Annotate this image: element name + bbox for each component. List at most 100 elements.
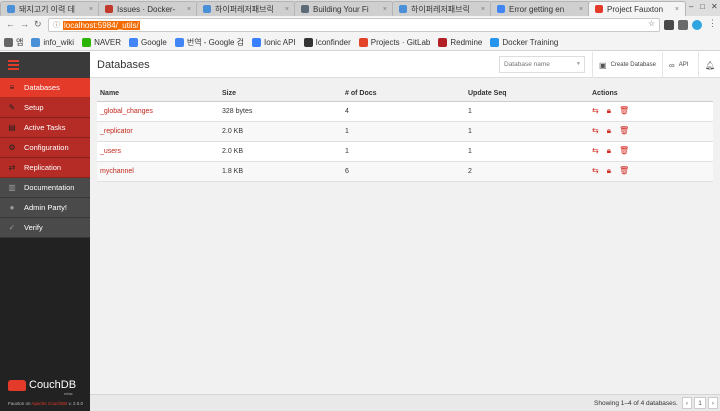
trash-icon[interactable]: 🗑︎ (619, 126, 629, 135)
bookmark-item[interactable]: Redmine (438, 37, 482, 47)
tab-favicon-icon (399, 5, 407, 13)
sidebar-item-setup[interactable]: ✎ Setup (0, 98, 90, 118)
back-icon[interactable]: ← (6, 19, 15, 29)
column-header-actions: Actions (589, 87, 713, 102)
column-header-size[interactable]: Size (219, 87, 342, 102)
table-cell: 328 bytes (219, 101, 342, 122)
table-cell: 6 (342, 161, 465, 182)
check-icon: ✓ (8, 223, 16, 232)
table-cell: 1 (465, 101, 589, 122)
hamburger-menu-icon[interactable] (8, 58, 19, 72)
column-header-update-seq[interactable]: Update Seq (465, 87, 589, 102)
actions-cell: ⇆ 🔒︎ 🗑︎ (589, 161, 713, 182)
database-name-input[interactable] (499, 56, 585, 73)
reload-icon[interactable]: ↻ (34, 19, 42, 30)
bookmark-favicon-icon (252, 37, 262, 47)
browser-tab[interactable]: 하이퍼레저패브릭 × (392, 1, 492, 16)
lock-icon[interactable]: 🔒︎ (607, 166, 611, 176)
replicate-icon[interactable]: ⇆ (592, 146, 599, 155)
database-name-link[interactable]: _users (100, 148, 121, 155)
lock-icon[interactable]: 🔒︎ (607, 126, 611, 136)
create-database-button[interactable]: ▣ Create Database (592, 52, 662, 78)
browser-tab[interactable]: Error getting en × (490, 1, 590, 16)
minimize-icon[interactable]: – (689, 2, 693, 11)
browser-tab[interactable]: Building Your Fi × (294, 1, 394, 16)
bookmark-item[interactable]: Docker Training (490, 37, 558, 47)
sidebar-item-configuration[interactable]: ⚙ Configuration (0, 138, 90, 158)
bookmark-item[interactable]: info_wiki (31, 37, 74, 47)
trash-icon[interactable]: 🗑︎ (619, 106, 629, 115)
sidebar-item-admin-party[interactable]: ● Admin Party! (0, 198, 90, 218)
browser-tab[interactable]: 하이퍼레저패브릭 × (196, 1, 296, 16)
column-header-name[interactable]: Name (97, 87, 219, 102)
extension-icon[interactable] (678, 20, 688, 30)
tab-label: Issues · Docker- (117, 4, 176, 14)
bookmark-favicon-icon (303, 37, 313, 47)
next-page-button[interactable]: › (708, 397, 718, 409)
column-header-docs[interactable]: # of Docs (342, 87, 465, 102)
bookmark-item[interactable]: Iconfinder (303, 37, 351, 47)
api-label: API (678, 62, 689, 68)
tab-favicon-icon (7, 5, 15, 13)
table-row: mychannel 1.8 KB 6 2 ⇆ 🔒︎ 🗑︎ (97, 161, 713, 182)
tab-close-icon[interactable]: × (89, 6, 93, 13)
database-name-link[interactable]: _replicator (100, 128, 133, 135)
bookmark-item[interactable]: NAVER (82, 37, 121, 47)
sidebar-item-active-tasks[interactable]: ▤ Active Tasks (0, 118, 90, 138)
bookmark-favicon-icon (358, 37, 368, 47)
lock-icon[interactable]: 🔒︎ (607, 106, 611, 116)
tab-close-icon[interactable]: × (285, 6, 289, 13)
database-name-link[interactable]: mychannel (100, 168, 134, 175)
browser-tab-active[interactable]: Project Fauxton × (588, 1, 686, 16)
tab-close-icon[interactable]: × (481, 6, 485, 13)
bookmark-favicon-icon (174, 37, 184, 47)
replicate-icon[interactable]: ⇆ (592, 126, 599, 135)
replicate-icon[interactable]: ⇆ (592, 106, 599, 115)
api-button[interactable]: ∞ API (662, 52, 694, 78)
bookmark-apps[interactable]: 앱 (4, 37, 23, 48)
sidebar-item-label: Databases (24, 83, 60, 92)
browser-tab[interactable]: Issues · Docker- × (98, 1, 198, 16)
tab-close-icon[interactable]: × (675, 6, 679, 13)
bookmark-item[interactable]: 번역 - Google 검 (174, 37, 244, 48)
trash-icon[interactable]: 🗑︎ (619, 146, 629, 155)
database-doc-count: 1 (345, 127, 349, 135)
apache-couchdb-link[interactable]: Apache CouchDB (32, 401, 68, 406)
tab-favicon-icon (105, 5, 113, 13)
address-bar: ← → ↻ ⓘ localhost:5984/_utils/ ☆ ⋮ (0, 16, 720, 34)
replicate-icon[interactable]: ⇆ (592, 166, 599, 175)
tab-close-icon[interactable]: × (383, 6, 387, 13)
table-cell: 1 (465, 141, 589, 162)
sidebar-item-databases[interactable]: ≡ Databases (0, 78, 90, 98)
database-name-link[interactable]: _global_changes (100, 108, 153, 115)
sidebar-item-label: Admin Party! (24, 203, 67, 212)
bookmark-item[interactable]: Projects · GitLab (358, 37, 430, 47)
dropdown-caret-icon: ▼ (576, 61, 581, 67)
prev-page-button[interactable]: ‹ (682, 397, 692, 409)
forward-icon[interactable]: → (20, 19, 29, 29)
maximize-icon[interactable]: □ (700, 2, 705, 11)
sidebar-item-replication[interactable]: ⇄ Replication (0, 158, 90, 178)
couchdb-logo: CouchDB (8, 379, 76, 391)
telegram-icon[interactable] (692, 20, 702, 30)
tab-close-icon[interactable]: × (579, 6, 583, 13)
gear-icon: ⚙ (8, 143, 16, 152)
sidebar-item-documentation[interactable]: ▥ Documentation (0, 178, 90, 198)
table-row: _users 2.0 KB 1 1 ⇆ 🔒︎ 🗑︎ (97, 141, 713, 162)
extension-icon[interactable] (664, 20, 674, 30)
bookmark-label: Iconfinder (315, 37, 351, 47)
page-number-button[interactable]: 1 (694, 397, 706, 409)
url-input[interactable]: ⓘ localhost:5984/_utils/ (48, 18, 660, 32)
notifications-button[interactable]: 🔔︎ (698, 52, 720, 78)
table-cell: 2 (465, 161, 589, 182)
sidebar-item-verify[interactable]: ✓ Verify (0, 218, 90, 238)
tab-close-icon[interactable]: × (187, 6, 191, 13)
bookmark-item[interactable]: Ionic API (252, 37, 296, 47)
trash-icon[interactable]: 🗑︎ (619, 166, 629, 175)
lock-icon[interactable]: 🔒︎ (607, 146, 611, 156)
close-window-icon[interactable]: ✕ (711, 2, 718, 11)
browser-tab[interactable]: 돼지고기 이력 데 × (0, 1, 100, 16)
bookmark-star-icon[interactable]: ☆ (648, 19, 655, 28)
menu-dots-icon[interactable]: ⋮ (708, 18, 717, 29)
bookmark-item[interactable]: Google (129, 37, 167, 47)
